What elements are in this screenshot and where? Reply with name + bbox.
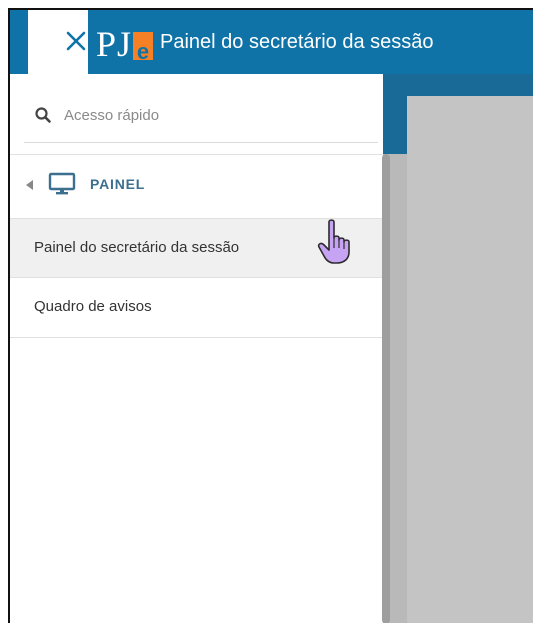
section-label: PAINEL [90, 176, 146, 192]
app-window: P J e Painel do secretário da sessão Ace… [8, 8, 533, 623]
close-icon[interactable] [61, 26, 91, 56]
sidebar-scrollbar[interactable] [382, 154, 390, 623]
divider [10, 154, 383, 155]
search-input[interactable] [64, 102, 364, 128]
quick-access-search [24, 94, 378, 143]
page-title: Painel do secretário da sessão [160, 31, 434, 53]
section-header-painel[interactable]: PAINEL [10, 160, 383, 210]
sidebar-item-label: Quadro de avisos [34, 298, 152, 315]
logo-letter-e-box: e [133, 32, 154, 64]
sidebar-item-quadro-avisos[interactable]: Quadro de avisos [10, 278, 383, 338]
logo-letter-j: J [117, 24, 132, 64]
logo-letter-p: P [96, 24, 117, 64]
monitor-icon [48, 172, 76, 195]
search-icon [35, 107, 51, 123]
content-panel [407, 96, 533, 623]
pje-logo: P J e [96, 20, 154, 64]
chevron-left-icon[interactable] [26, 180, 34, 190]
close-menu-button[interactable] [28, 10, 88, 74]
hand-pointer-cursor-icon [317, 219, 350, 264]
sidebar-menu: PAINEL Painel do secretário da sessão Qu… [10, 74, 383, 623]
logo-letter-e: e [136, 39, 150, 64]
top-bar: P J e Painel do secretário da sessão [10, 10, 533, 74]
sidebar-item-label: Painel do secretário da sessão [34, 239, 240, 256]
